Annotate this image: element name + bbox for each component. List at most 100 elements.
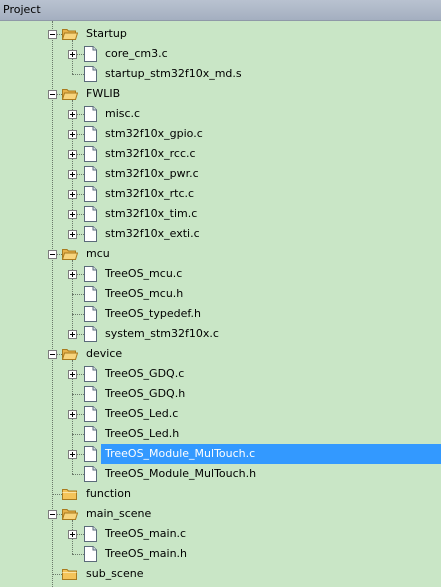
file-icon [84, 446, 97, 462]
expand-icon[interactable] [68, 410, 77, 419]
expand-icon[interactable] [68, 330, 77, 339]
folder-label[interactable]: mcu [84, 246, 112, 261]
tree-file-node[interactable]: TreeOS_main.h [0, 544, 441, 564]
file-label[interactable]: startup_stm32f10x_md.s [103, 66, 244, 81]
folder-open-icon [62, 349, 78, 360]
expand-icon[interactable] [68, 210, 77, 219]
file-icon [84, 306, 97, 322]
expand-icon[interactable] [68, 530, 77, 539]
collapse-icon[interactable] [48, 510, 57, 519]
expand-icon[interactable] [68, 450, 77, 459]
collapse-icon[interactable] [48, 30, 57, 39]
file-label[interactable]: TreeOS_Led.h [103, 426, 181, 441]
file-label[interactable]: core_cm3.c [103, 46, 170, 61]
tree-folder-node[interactable]: function [0, 484, 441, 504]
file-label[interactable]: stm32f10x_exti.c [103, 226, 202, 241]
expand-icon[interactable] [68, 130, 77, 139]
tree-file-node[interactable]: TreeOS_main.c [0, 524, 441, 544]
tree-file-node[interactable]: stm32f10x_rcc.c [0, 144, 441, 164]
tree-file-node[interactable]: stm32f10x_rtc.c [0, 184, 441, 204]
tree-connector [72, 394, 84, 395]
expand-icon[interactable] [68, 230, 77, 239]
file-icon [84, 66, 97, 82]
file-icon [84, 186, 97, 202]
file-label[interactable]: TreeOS_main.h [103, 546, 189, 561]
folder-open-icon [62, 249, 78, 260]
file-label[interactable]: TreeOS_typedef.h [103, 306, 203, 321]
folder-label[interactable]: device [84, 346, 124, 361]
file-label[interactable]: TreeOS_GDQ.c [103, 366, 186, 381]
file-label[interactable]: stm32f10x_rtc.c [103, 186, 196, 201]
tree-file-node[interactable]: TreeOS_Led.h [0, 424, 441, 444]
file-label[interactable]: stm32f10x_rcc.c [103, 146, 198, 161]
file-icon [84, 226, 97, 242]
file-icon [84, 406, 97, 422]
tree-connector [72, 294, 84, 295]
tree-folder-node[interactable]: main_scene [0, 504, 441, 524]
tree-file-node[interactable]: core_cm3.c [0, 44, 441, 64]
expand-icon[interactable] [68, 370, 77, 379]
tree-file-node[interactable]: TreeOS_mcu.c [0, 264, 441, 284]
expand-icon[interactable] [68, 170, 77, 179]
tree-file-node[interactable]: startup_stm32f10x_md.s [0, 64, 441, 84]
tree-file-node[interactable]: stm32f10x_gpio.c [0, 124, 441, 144]
file-icon [84, 426, 97, 442]
file-icon [84, 326, 97, 342]
file-label[interactable]: stm32f10x_pwr.c [103, 166, 201, 181]
file-icon [84, 146, 97, 162]
tree-file-node[interactable]: stm32f10x_pwr.c [0, 164, 441, 184]
folder-label[interactable]: main_scene [84, 506, 153, 521]
tree-file-node[interactable]: system_stm32f10x.c [0, 324, 441, 344]
tree-file-node[interactable]: TreeOS_Module_MulTouch.c [0, 444, 441, 464]
tree-file-node[interactable]: misc.c [0, 104, 441, 124]
expand-icon[interactable] [68, 150, 77, 159]
file-icon [84, 106, 97, 122]
file-label[interactable]: TreeOS_GDQ.h [103, 386, 187, 401]
file-label[interactable]: stm32f10x_gpio.c [103, 126, 205, 141]
folder-open-icon [62, 29, 78, 40]
file-label[interactable]: TreeOS_Module_MulTouch.c [103, 446, 257, 461]
folder-label[interactable]: Startup [84, 26, 129, 41]
file-icon [84, 166, 97, 182]
tree-file-node[interactable]: stm32f10x_exti.c [0, 224, 441, 244]
tree-folder-node[interactable]: sub_scene [0, 564, 441, 584]
tree-connector [72, 434, 84, 435]
tree-folder-node[interactable]: Startup [0, 24, 441, 44]
tree-folder-node[interactable]: FWLIB [0, 84, 441, 104]
file-icon [84, 526, 97, 542]
tree-file-node[interactable]: stm32f10x_tim.c [0, 204, 441, 224]
tree-file-node[interactable]: TreeOS_GDQ.c [0, 364, 441, 384]
tree-folder-node[interactable]: device [0, 344, 441, 364]
file-label[interactable]: TreeOS_mcu.h [103, 286, 185, 301]
expand-icon[interactable] [68, 110, 77, 119]
tree-file-node[interactable]: TreeOS_mcu.h [0, 284, 441, 304]
file-icon [84, 126, 97, 142]
project-panel-header: Project [0, 0, 441, 21]
collapse-icon[interactable] [48, 350, 57, 359]
tree-connector [52, 494, 62, 495]
file-label[interactable]: TreeOS_Led.c [103, 406, 180, 421]
collapse-icon[interactable] [48, 250, 57, 259]
tree-connector [72, 474, 84, 475]
folder-label[interactable]: sub_scene [84, 566, 145, 581]
tree-connector [72, 554, 84, 555]
expand-icon[interactable] [68, 270, 77, 279]
file-label[interactable]: TreeOS_Module_MulTouch.h [103, 466, 258, 481]
folder-label[interactable]: FWLIB [84, 86, 122, 101]
tree-file-node[interactable]: TreeOS_typedef.h [0, 304, 441, 324]
tree-file-node[interactable]: TreeOS_Led.c [0, 404, 441, 424]
folder-icon [62, 569, 77, 580]
collapse-icon[interactable] [48, 90, 57, 99]
expand-icon[interactable] [68, 190, 77, 199]
file-label[interactable]: system_stm32f10x.c [103, 326, 221, 341]
tree-file-node[interactable]: TreeOS_Module_MulTouch.h [0, 464, 441, 484]
file-label[interactable]: TreeOS_mcu.c [103, 266, 184, 281]
file-label[interactable]: stm32f10x_tim.c [103, 206, 199, 221]
expand-icon[interactable] [68, 50, 77, 59]
folder-label[interactable]: function [84, 486, 133, 501]
tree-file-node[interactable]: TreeOS_GDQ.h [0, 384, 441, 404]
file-label[interactable]: TreeOS_main.c [103, 526, 188, 541]
file-label[interactable]: misc.c [103, 106, 142, 121]
project-tree[interactable]: Startup core_cm3.c startup_stm32f10x_md.s F… [0, 21, 441, 587]
tree-folder-node[interactable]: mcu [0, 244, 441, 264]
